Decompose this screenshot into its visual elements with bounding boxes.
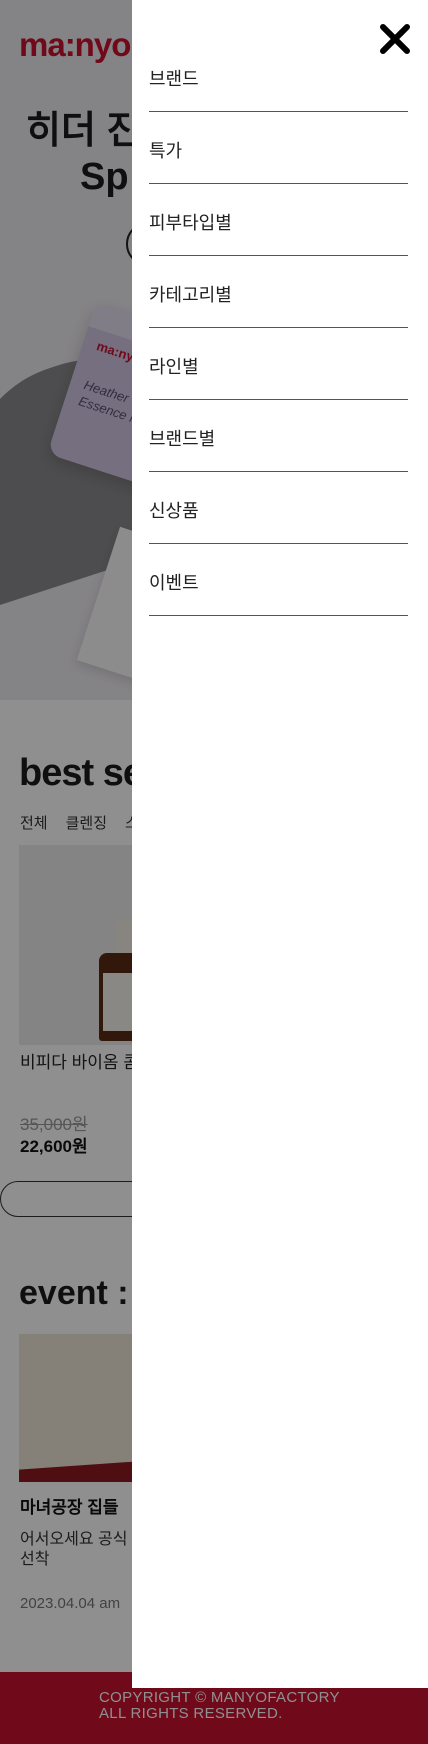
menu-item-new-products[interactable]: 신상품: [149, 473, 408, 544]
menu-item-event[interactable]: 이벤트: [149, 545, 408, 616]
page: ma:nyo Heather Calming Essence Pad 히더 진 …: [0, 0, 428, 1744]
menu-item-label: 브랜드: [149, 69, 199, 89]
menu-item-by-brand[interactable]: 브랜드별: [149, 401, 408, 472]
menu-item-label: 신상품: [149, 501, 199, 521]
side-menu-drawer: 브랜드 특가 피부타입별 카테고리별 라인별 브랜드별 신상품 이벤트: [132, 0, 428, 1688]
menu-item-label: 특가: [149, 141, 183, 161]
menu-item-category[interactable]: 카테고리별: [149, 257, 408, 328]
menu-item-brand[interactable]: 브랜드: [149, 41, 408, 112]
menu-item-label: 이벤트: [149, 573, 199, 593]
menu-item-label: 피부타입별: [149, 213, 232, 233]
menu-item-label: 카테고리별: [149, 285, 232, 305]
menu-item-label: 브랜드별: [149, 429, 216, 449]
menu-item-label: 라인별: [149, 357, 199, 377]
menu-item-line[interactable]: 라인별: [149, 329, 408, 400]
side-menu-list: 브랜드 특가 피부타입별 카테고리별 라인별 브랜드별 신상품 이벤트: [149, 41, 408, 616]
menu-item-special-price[interactable]: 특가: [149, 113, 408, 184]
menu-item-skin-type[interactable]: 피부타입별: [149, 185, 408, 256]
